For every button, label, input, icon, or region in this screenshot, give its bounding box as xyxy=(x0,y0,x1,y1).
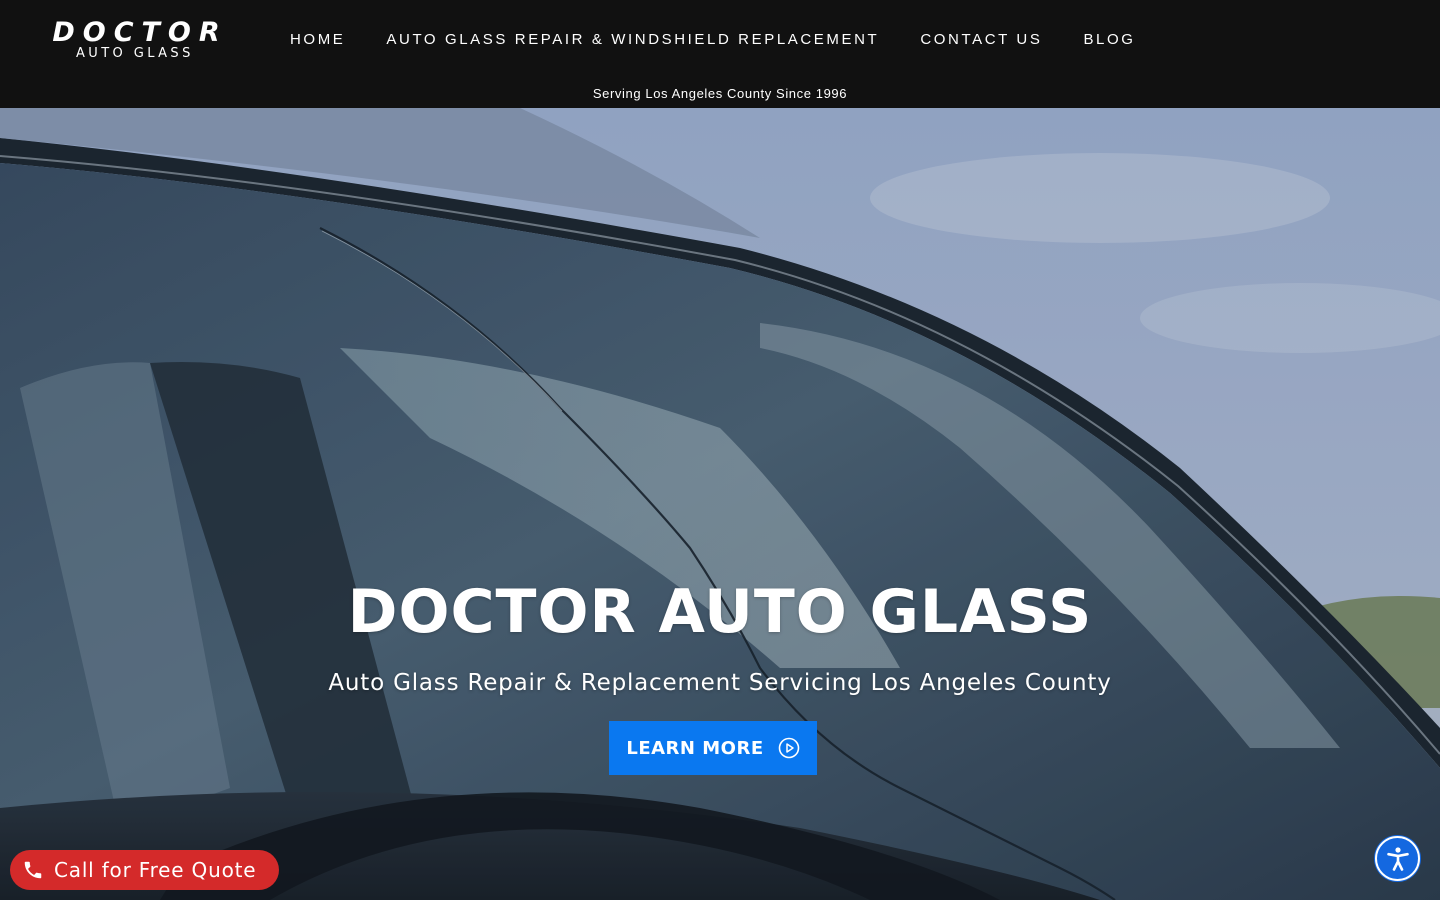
header-tagline: Serving Los Angeles County Since 1996 xyxy=(592,86,848,101)
learn-more-button[interactable]: LEARN MORE xyxy=(609,721,817,775)
nav-blog[interactable]: BLOG xyxy=(1083,30,1135,50)
logo-subtitle: AUTO GLASS xyxy=(76,46,194,61)
main-nav: HOME AUTO GLASS REPAIR & WINDSHIELD REPL… xyxy=(290,30,1177,50)
nav-contact-us[interactable]: CONTACT US xyxy=(920,30,1042,50)
accessibility-icon xyxy=(1386,846,1409,871)
accessibility-button[interactable] xyxy=(1375,836,1420,881)
call-for-quote-button[interactable]: Call for Free Quote xyxy=(10,850,279,890)
nav-auto-glass-repair[interactable]: AUTO GLASS REPAIR & WINDSHIELD REPLACEME… xyxy=(386,30,879,50)
logo[interactable]: DOCTOR AUTO GLASS xyxy=(42,17,238,61)
phone-icon xyxy=(24,861,42,879)
call-for-quote-label: Call for Free Quote xyxy=(54,858,257,882)
hero-title: DOCTOR AUTO GLASS xyxy=(347,577,1093,647)
hero-section: DOCTOR AUTO GLASS Auto Glass Repair & Re… xyxy=(0,108,1440,900)
learn-more-label: LEARN MORE xyxy=(626,737,764,759)
play-circle-icon xyxy=(778,737,799,759)
site-header: DOCTOR AUTO GLASS HOME AUTO GLASS REPAIR… xyxy=(0,0,1440,108)
nav-home[interactable]: HOME xyxy=(290,30,345,50)
logo-wordmark: DOCTOR xyxy=(52,17,228,48)
hero-subtitle: Auto Glass Repair & Replacement Servicin… xyxy=(328,670,1112,696)
hero-overlay xyxy=(0,108,1440,900)
